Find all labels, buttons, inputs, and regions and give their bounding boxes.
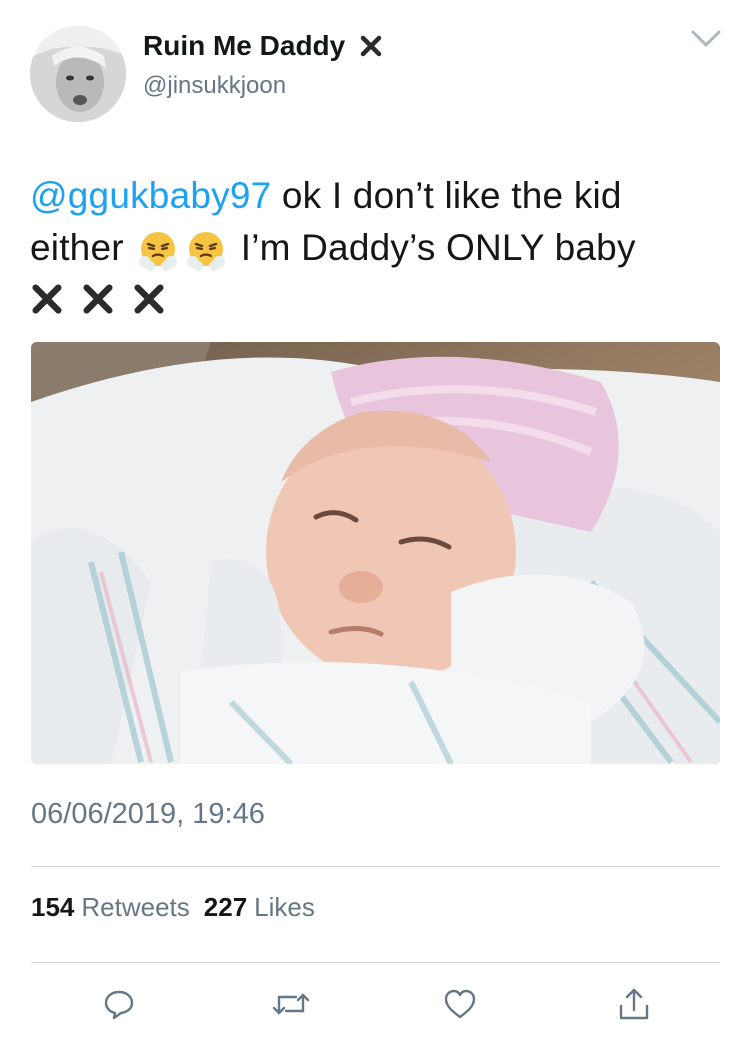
reply-icon <box>104 990 134 1020</box>
tweet-stats: 154 Retweets 227 Likes <box>31 892 315 923</box>
tweet-header: Ruin Me Daddy @jinsukkjoon <box>0 0 750 130</box>
photo-baby-illustration <box>31 342 720 764</box>
tweet-actions-bar <box>0 982 750 1032</box>
tweet-photo[interactable] <box>31 342 720 764</box>
divider <box>31 962 720 963</box>
tweet-text-part2: I’m Daddy’s ONLY baby <box>230 227 636 268</box>
likes-stat[interactable]: 227 Likes <box>204 892 315 923</box>
user-handle[interactable]: @jinsukkjoon <box>143 72 286 100</box>
avatar[interactable] <box>30 26 126 122</box>
share-icon <box>619 988 649 1020</box>
face-with-steam-emoji-icon <box>187 232 226 272</box>
share-button[interactable] <box>612 982 656 1026</box>
cross-mark-emoji-icon <box>134 284 164 314</box>
chevron-down-icon[interactable] <box>690 28 722 50</box>
trailing-emoji-row <box>30 282 720 316</box>
retweet-icon <box>272 993 310 1015</box>
likes-count: 227 <box>203 892 248 922</box>
retweets-label: Retweets <box>81 892 190 922</box>
face-with-steam-emoji-icon <box>139 232 178 272</box>
likes-label: Likes <box>254 892 315 922</box>
retweet-button[interactable] <box>269 982 313 1026</box>
retweets-count: 154 <box>31 892 75 922</box>
like-button[interactable] <box>438 982 482 1026</box>
cross-mark-emoji-icon <box>32 284 62 314</box>
reply-button[interactable] <box>97 982 141 1026</box>
tweet-timestamp: 06/06/2019, 19:46 <box>31 798 265 830</box>
display-name: Ruin Me Daddy <box>143 30 346 61</box>
avatar-photo <box>30 26 126 122</box>
divider <box>31 866 720 867</box>
retweets-stat[interactable]: 154 Retweets <box>31 892 190 923</box>
cross-mark-emoji-icon <box>83 284 113 314</box>
display-name-row[interactable]: Ruin Me Daddy <box>143 30 383 62</box>
cross-mark-emoji-icon <box>360 35 382 57</box>
mention-link[interactable]: @ggukbaby97 <box>30 175 271 216</box>
like-icon <box>444 989 476 1019</box>
tweet-text: @ggukbaby97 ok I don’t like the kid eith… <box>30 170 720 316</box>
